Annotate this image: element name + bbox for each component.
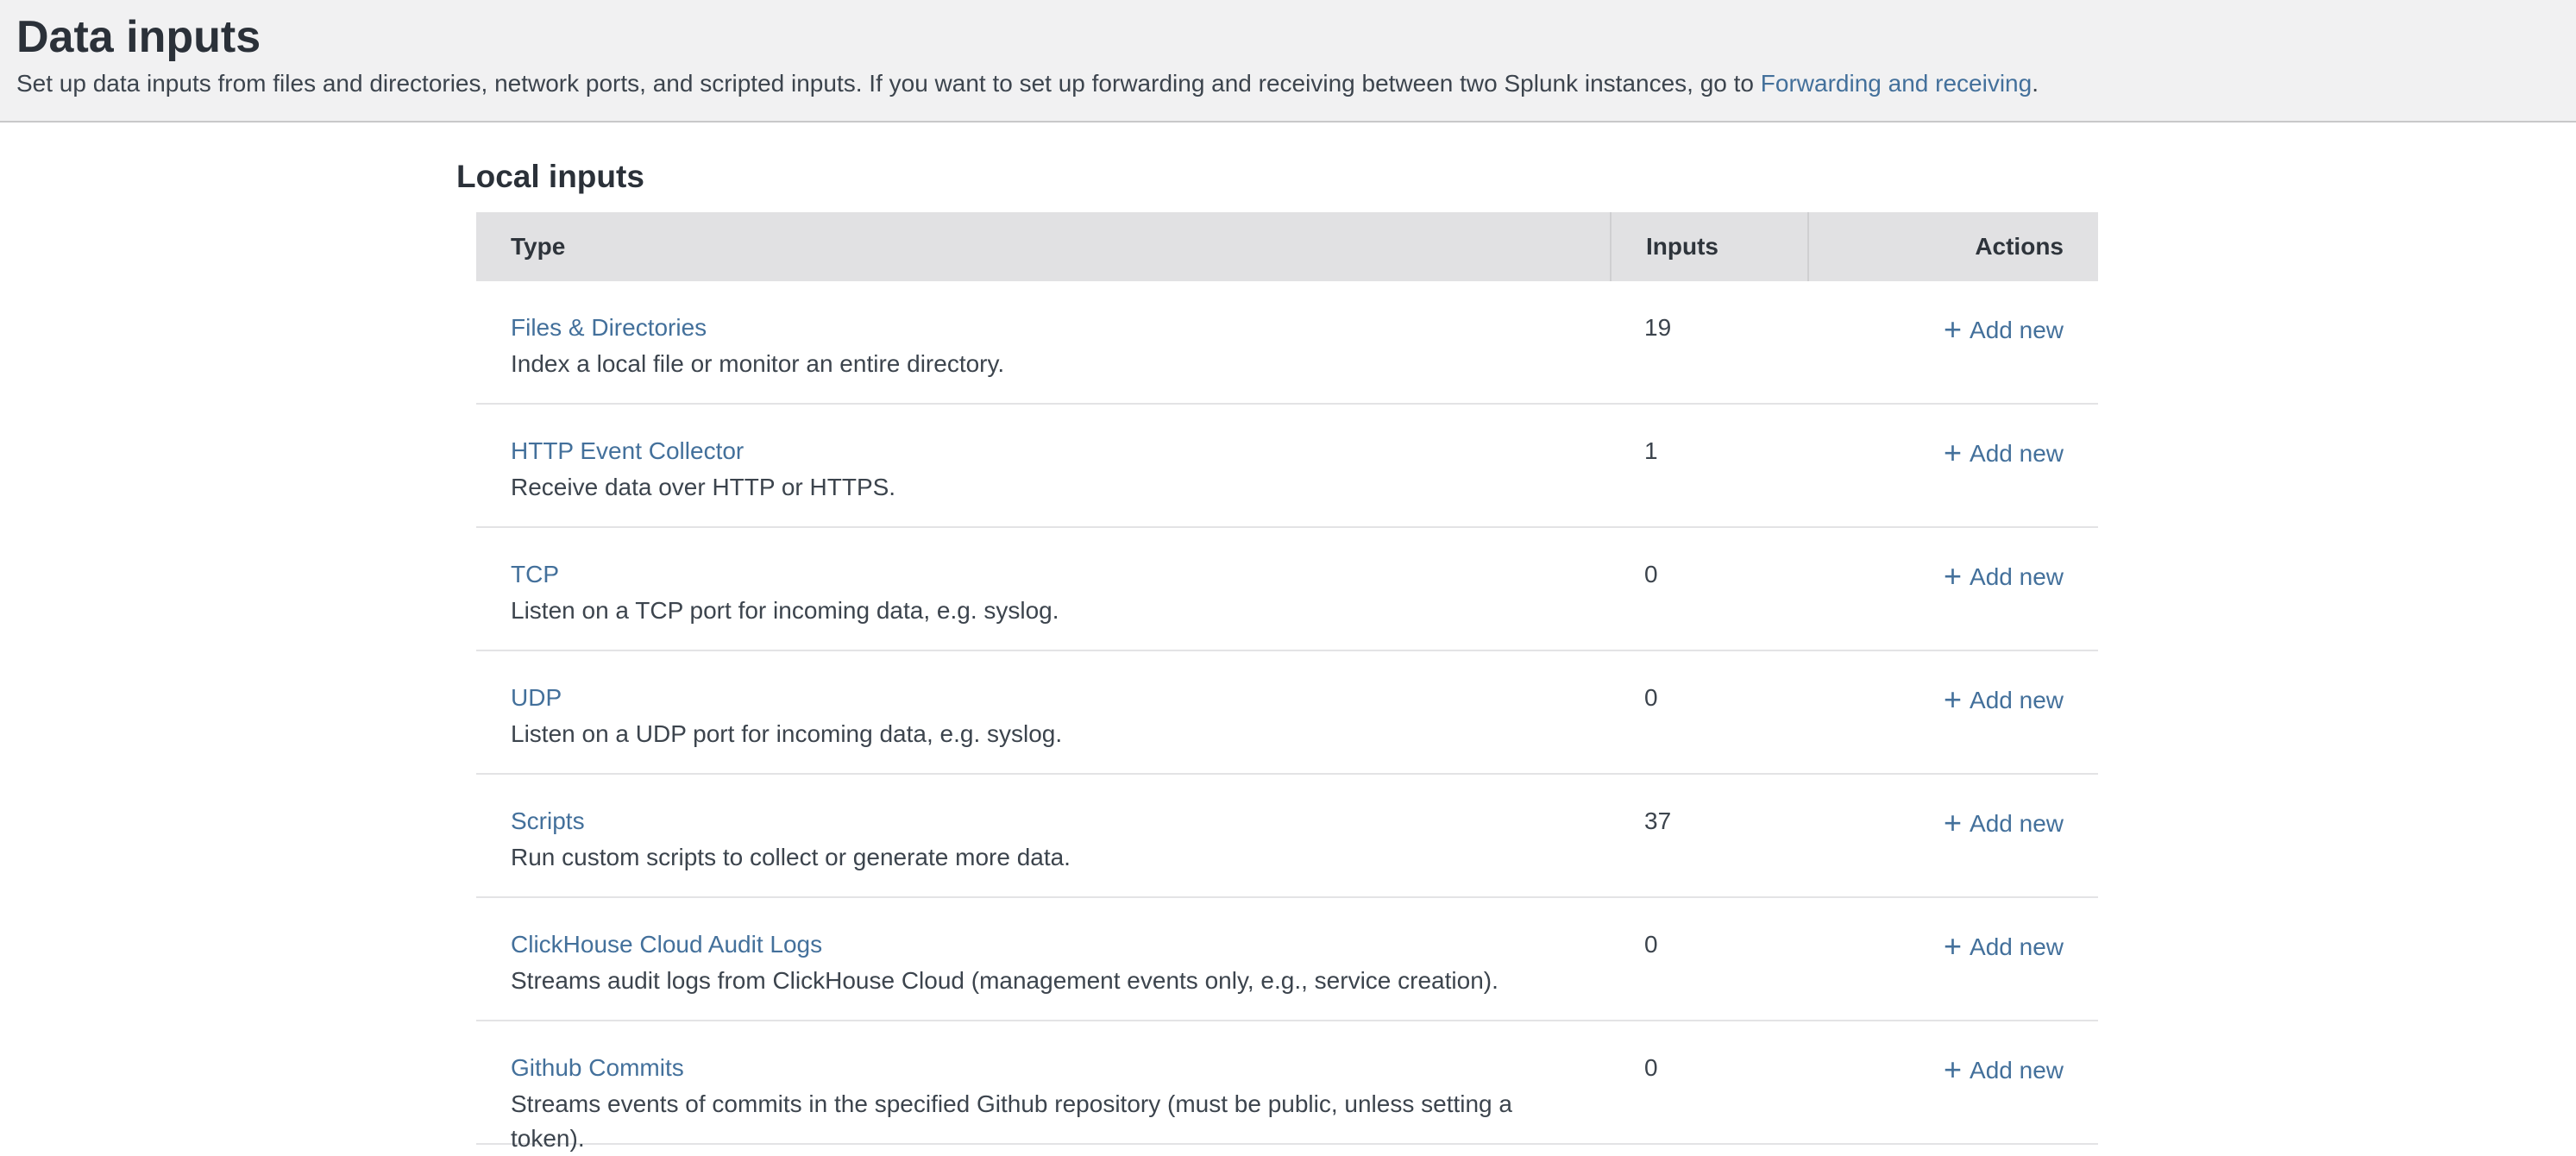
- actions-cell: + Add new: [1807, 528, 2098, 650]
- actions-cell: + Add new: [1807, 898, 2098, 1020]
- input-type-description: Run custom scripts to collect or generat…: [511, 840, 1584, 875]
- column-header-actions: Actions: [1807, 212, 2098, 281]
- plus-icon: +: [1944, 805, 1962, 840]
- table-row: HTTP Event Collector Receive data over H…: [476, 405, 2098, 528]
- inputs-count: 37: [1610, 775, 1807, 896]
- actions-cell: + Add new: [1807, 405, 2098, 526]
- inputs-count: 1: [1610, 405, 1807, 526]
- add-new-label: Add new: [1970, 317, 2064, 343]
- type-cell: Scripts Run custom scripts to collect or…: [476, 775, 1610, 896]
- forwarding-and-receiving-link[interactable]: Forwarding and receiving: [1761, 70, 2032, 97]
- type-cell: ClickHouse Cloud Audit Logs Streams audi…: [476, 898, 1610, 1020]
- input-type-description: Listen on a TCP port for incoming data, …: [511, 594, 1584, 628]
- inputs-count: 0: [1610, 1021, 1807, 1143]
- type-cell: Files & Directories Index a local file o…: [476, 281, 1610, 403]
- plus-icon: +: [1944, 1052, 1962, 1087]
- table-row: Files & Directories Index a local file o…: [476, 281, 2098, 405]
- page-subtitle: Set up data inputs from files and direct…: [16, 69, 2541, 98]
- table-row: TCP Listen on a TCP port for incoming da…: [476, 528, 2098, 651]
- table-row: Scripts Run custom scripts to collect or…: [476, 775, 2098, 898]
- input-type-description: Streams events of commits in the specifi…: [511, 1087, 1584, 1156]
- input-type-link[interactable]: ClickHouse Cloud Audit Logs: [511, 927, 822, 962]
- plus-icon: +: [1944, 928, 1962, 964]
- add-new-link[interactable]: +Add new: [1944, 1057, 2064, 1084]
- subtitle-text-before: Set up data inputs from files and direct…: [16, 70, 1761, 97]
- plus-icon: +: [1944, 435, 1962, 470]
- input-type-description: Listen on a UDP port for incoming data, …: [511, 717, 1584, 751]
- actions-cell: + Add new: [1807, 1021, 2098, 1143]
- page-header: Data inputs Set up data inputs from file…: [0, 0, 2576, 123]
- type-cell: UDP Listen on a UDP port for incoming da…: [476, 651, 1610, 773]
- input-type-link[interactable]: Files & Directories: [511, 311, 707, 345]
- input-type-description: Receive data over HTTP or HTTPS.: [511, 470, 1584, 505]
- table-row: ClickHouse Cloud Audit Logs Streams audi…: [476, 898, 2098, 1021]
- input-type-description: Streams audit logs from ClickHouse Cloud…: [511, 964, 1584, 998]
- local-inputs-heading: Local inputs: [456, 157, 2576, 197]
- add-new-link[interactable]: +Add new: [1944, 563, 2064, 590]
- add-new-label: Add new: [1970, 440, 2064, 467]
- input-type-link[interactable]: UDP: [511, 681, 562, 715]
- inputs-count: 0: [1610, 528, 1807, 650]
- add-new-link[interactable]: +Add new: [1944, 440, 2064, 467]
- actions-cell: + Add new: [1807, 651, 2098, 773]
- input-type-link[interactable]: TCP: [511, 557, 559, 592]
- local-inputs-table: Type Inputs Actions Files & Directories …: [476, 212, 2098, 1145]
- add-new-link[interactable]: +Add new: [1944, 687, 2064, 713]
- column-header-inputs: Inputs: [1610, 212, 1807, 281]
- add-new-label: Add new: [1970, 1057, 2064, 1084]
- input-type-link[interactable]: HTTP Event Collector: [511, 434, 744, 468]
- add-new-link[interactable]: +Add new: [1944, 317, 2064, 343]
- plus-icon: +: [1944, 311, 1962, 347]
- inputs-count: 0: [1610, 651, 1807, 773]
- type-cell: HTTP Event Collector Receive data over H…: [476, 405, 1610, 526]
- table-row: UDP Listen on a UDP port for incoming da…: [476, 651, 2098, 775]
- plus-icon: +: [1944, 558, 1962, 594]
- inputs-count: 19: [1610, 281, 1807, 403]
- input-type-link[interactable]: Scripts: [511, 804, 585, 839]
- plus-icon: +: [1944, 682, 1962, 717]
- add-new-label: Add new: [1970, 933, 2064, 960]
- type-cell: TCP Listen on a TCP port for incoming da…: [476, 528, 1610, 650]
- column-header-type: Type: [476, 212, 1610, 281]
- input-type-description: Index a local file or monitor an entire …: [511, 347, 1584, 381]
- main-content: Local inputs Type Inputs Actions Files &…: [0, 123, 2576, 1145]
- add-new-label: Add new: [1970, 687, 2064, 713]
- add-new-link[interactable]: +Add new: [1944, 810, 2064, 837]
- table-body: Files & Directories Index a local file o…: [476, 281, 2098, 1145]
- actions-cell: + Add new: [1807, 775, 2098, 896]
- add-new-label: Add new: [1970, 563, 2064, 590]
- type-cell: Github Commits Streams events of commits…: [476, 1021, 1610, 1143]
- add-new-label: Add new: [1970, 810, 2064, 837]
- input-type-link[interactable]: Github Commits: [511, 1051, 684, 1085]
- table-row: Github Commits Streams events of commits…: [476, 1021, 2098, 1145]
- inputs-count: 0: [1610, 898, 1807, 1020]
- add-new-link[interactable]: +Add new: [1944, 933, 2064, 960]
- subtitle-text-after: .: [2032, 70, 2039, 97]
- table-header-row: Type Inputs Actions: [476, 212, 2098, 281]
- page-title: Data inputs: [16, 12, 2541, 62]
- actions-cell: + Add new: [1807, 281, 2098, 403]
